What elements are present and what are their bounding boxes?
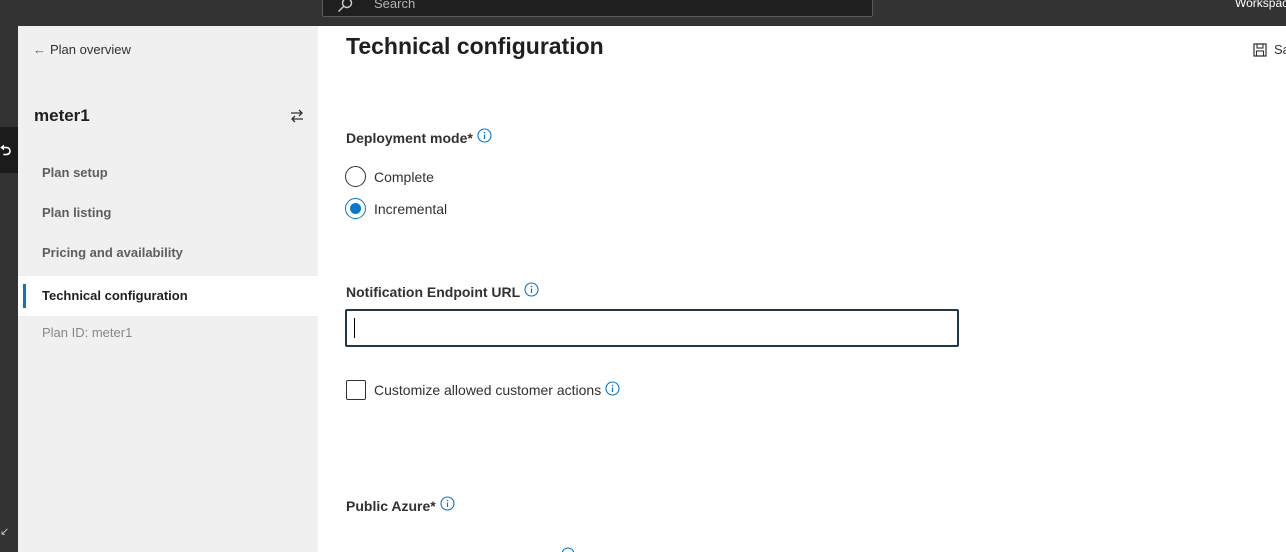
radio-complete[interactable]: Complete	[345, 166, 434, 187]
nav-item-technical-configuration[interactable]: Technical configuration	[18, 276, 318, 316]
info-icon[interactable]	[605, 380, 620, 396]
text-caret	[354, 318, 355, 338]
left-rail: ⮌ ↙	[0, 26, 18, 552]
rail-chevron-icon[interactable]: ↙	[0, 525, 9, 538]
switch-plan-icon[interactable]	[289, 108, 305, 124]
nav-item-pricing-and-availability[interactable]: Pricing and availability	[18, 233, 318, 273]
deployment-mode-label-text: Deployment mode*	[346, 130, 473, 146]
plan-side-nav: ← Plan overview meter1 Plan setup Plan l…	[18, 26, 318, 552]
customize-actions-checkbox-row[interactable]: Customize allowed customer actions	[346, 380, 620, 400]
public-azure-label: Public Azure*	[346, 496, 455, 514]
global-search-box[interactable]: Search	[322, 0, 873, 17]
customize-actions-checkbox[interactable]	[346, 380, 366, 400]
radio-complete-circle[interactable]	[345, 166, 366, 187]
notification-endpoint-label: Notification Endpoint URL	[346, 282, 539, 300]
nav-item-plan-listing[interactable]: Plan listing	[18, 193, 318, 233]
deployment-mode-label: Deployment mode*	[346, 128, 492, 146]
notification-endpoint-label-text: Notification Endpoint URL	[346, 284, 521, 300]
plan-overview-link[interactable]: ← Plan overview	[33, 42, 131, 57]
radio-incremental-circle[interactable]	[345, 198, 366, 219]
rail-nav-icon: ⮌	[0, 142, 12, 158]
save-button[interactable]: Save	[1253, 42, 1286, 57]
search-icon	[338, 0, 353, 12]
info-icon[interactable]	[561, 547, 575, 552]
public-azure-label-text: Public Azure*	[346, 498, 436, 514]
plan-id-label: Plan ID: meter1	[42, 325, 133, 340]
plan-name: meter1	[34, 106, 90, 125]
save-label: Save	[1274, 42, 1286, 57]
customize-actions-label: Customize allowed customer actions	[374, 382, 602, 398]
rail-active-tab[interactable]: ⮌	[0, 127, 18, 173]
save-icon	[1253, 42, 1267, 57]
radio-incremental-label: Incremental	[374, 200, 448, 217]
back-link-label: Plan overview	[50, 42, 131, 57]
info-icon[interactable]	[524, 282, 539, 297]
info-icon[interactable]	[440, 496, 455, 511]
top-bar: Search Workspaces	[0, 0, 1286, 26]
radio-complete-label: Complete	[374, 168, 434, 185]
radio-incremental[interactable]: Incremental	[345, 198, 447, 219]
page-title: Technical configuration	[346, 33, 604, 59]
back-arrow-icon: ←	[33, 42, 46, 57]
notification-endpoint-url-input[interactable]	[345, 309, 959, 347]
info-icon[interactable]	[477, 128, 492, 143]
workspaces-link[interactable]: Workspaces	[1235, 0, 1286, 10]
search-placeholder: Search	[374, 0, 416, 11]
nav-item-plan-setup[interactable]: Plan setup	[18, 153, 318, 193]
